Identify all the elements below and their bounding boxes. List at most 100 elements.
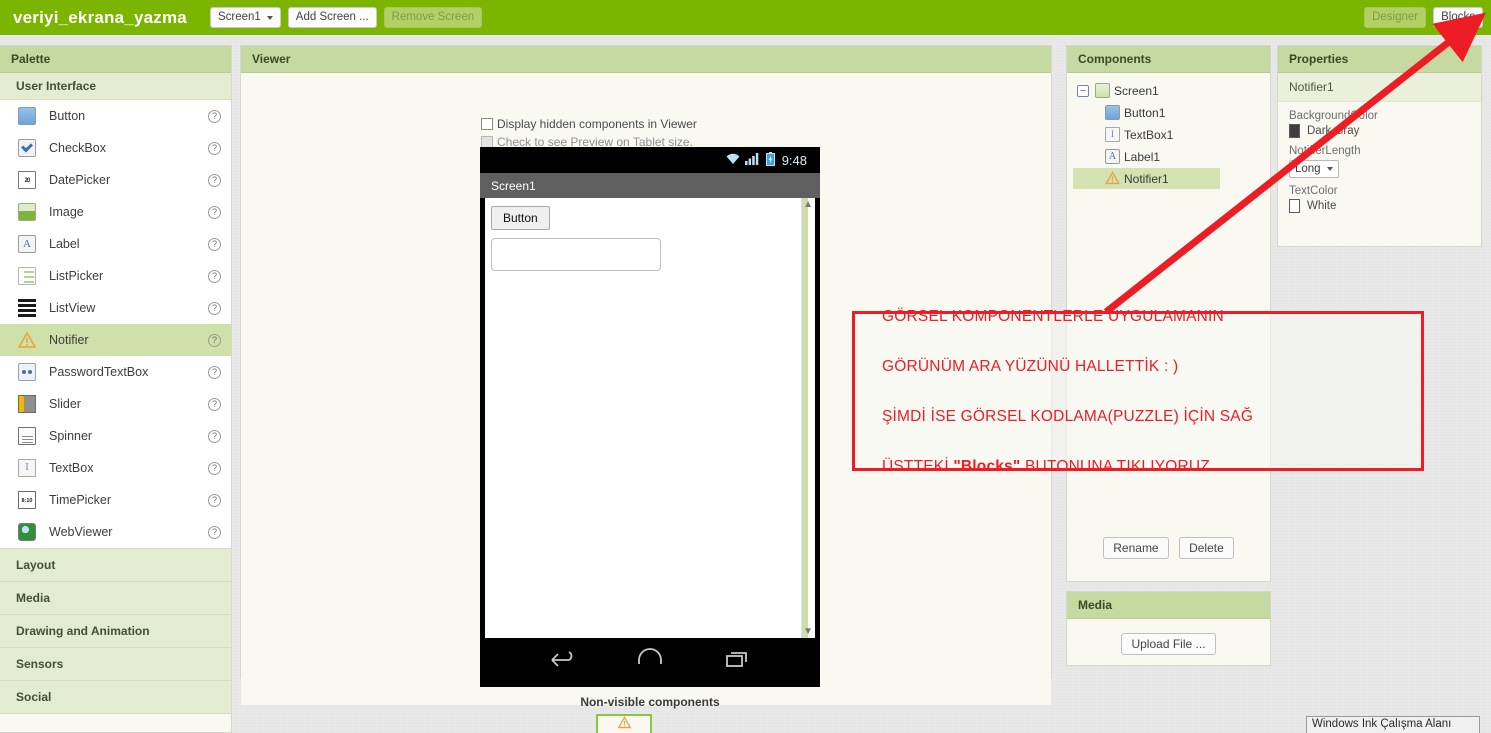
annotation-line-4-post: BUTONUNA TIKLIYORUZ: [1020, 457, 1210, 475]
top-bar: veriyi_ekrana_yazma Screen1 Add Screen .…: [0, 0, 1491, 35]
chevron-down-icon: [266, 15, 273, 20]
palette-item-button[interactable]: Button ?: [0, 100, 231, 132]
passwordtextbox-icon: [18, 363, 36, 381]
home-icon[interactable]: [635, 647, 665, 673]
property-value-textcolor[interactable]: White: [1289, 199, 1470, 213]
palette-item-spinner[interactable]: Spinner ?: [0, 420, 231, 452]
tree-item-textbox1[interactable]: I TextBox1: [1073, 124, 1264, 145]
property-value-backgroundcolor[interactable]: Dark Gray: [1289, 124, 1470, 138]
palette-item-notifier[interactable]: Notifier ?: [0, 324, 231, 356]
help-icon[interactable]: ?: [208, 269, 221, 283]
help-icon[interactable]: ?: [208, 525, 221, 539]
palette-item-checkbox[interactable]: CheckBox ?: [0, 132, 231, 164]
palette-item-image[interactable]: Image ?: [0, 196, 231, 228]
non-visible-component-notifier1[interactable]: Notifier1: [596, 714, 652, 733]
textbox-icon: I: [1105, 127, 1120, 142]
preview-button1[interactable]: Button: [491, 206, 550, 230]
phone-canvas: Button ▲ ▼: [485, 198, 815, 638]
help-icon[interactable]: ?: [208, 333, 221, 347]
chevron-down-icon[interactable]: ▼: [803, 626, 813, 637]
tree-item-button1[interactable]: Button1: [1073, 102, 1264, 123]
help-icon[interactable]: ?: [208, 109, 221, 123]
display-hidden-components-label: Display hidden components in Viewer: [497, 117, 697, 131]
tree-item-label: TextBox1: [1124, 127, 1174, 142]
palette-item-timepicker[interactable]: 8:10 TimePicker ?: [0, 484, 231, 516]
palette-category-media[interactable]: Media: [0, 582, 231, 615]
property-value-text: White: [1307, 200, 1337, 212]
palette-item-label: PasswordTextBox: [49, 365, 149, 379]
add-screen-button[interactable]: Add Screen ...: [287, 7, 377, 28]
preview-scrollbar[interactable]: ▲ ▼: [801, 198, 815, 638]
properties-fields: BackgroundColor Dark Gray NotifierLength…: [1278, 102, 1481, 221]
palette-item-label: Spinner: [49, 429, 93, 443]
help-icon[interactable]: ?: [208, 237, 221, 251]
palette-category-layout[interactable]: Layout: [0, 549, 231, 582]
help-icon[interactable]: ?: [208, 301, 221, 315]
display-hidden-components-checkbox-row[interactable]: Display hidden components in Viewer: [481, 117, 697, 131]
checkbox-icon[interactable]: [481, 118, 493, 130]
screen-select-dropdown[interactable]: Screen1: [209, 7, 281, 28]
upload-file-button[interactable]: Upload File ...: [1121, 633, 1216, 655]
timepicker-icon: 8:10: [18, 491, 36, 509]
phone-preview: 9:48 Screen1 Button ▲ ▼: [480, 147, 820, 687]
annotation-text: GÖRSEL KOMPONENTLERLE UYGULAMANIN GÖRÜNÜ…: [855, 279, 1253, 504]
palette-item-datepicker[interactable]: 20 DatePicker ?: [0, 164, 231, 196]
color-swatch-icon: [1289, 199, 1300, 213]
help-icon[interactable]: ?: [208, 461, 221, 475]
tree-item-label1[interactable]: A Label1: [1073, 146, 1264, 167]
back-icon[interactable]: [548, 648, 578, 673]
help-icon[interactable]: ?: [208, 141, 221, 155]
spinner-icon: [18, 427, 36, 445]
palette-item-listpicker[interactable]: ListPicker ?: [0, 260, 231, 292]
palette-item-label: Label: [49, 237, 80, 251]
palette-category-drawing-and-animation[interactable]: Drawing and Animation: [0, 615, 231, 648]
help-icon[interactable]: ?: [208, 397, 221, 411]
palette-category-sensors[interactable]: Sensors: [0, 648, 231, 681]
color-swatch-icon: [1289, 124, 1300, 138]
annotation-blocks-emphasis: "Blocks": [953, 457, 1021, 475]
tab-designer[interactable]: Designer: [1364, 7, 1427, 28]
rename-button[interactable]: Rename: [1103, 537, 1169, 559]
scrollbar-track[interactable]: [802, 198, 808, 638]
annotation-line-3: ŞİMDİ İSE GÖRSEL KODLAMA(PUZZLE) İÇİN SA…: [882, 407, 1254, 425]
recents-icon[interactable]: [722, 648, 752, 673]
tree-item-notifier1[interactable]: Notifier1: [1073, 168, 1220, 189]
remove-screen-button[interactable]: Remove Screen: [383, 7, 483, 28]
property-select-notifierlength[interactable]: Long: [1289, 160, 1339, 178]
tab-blocks[interactable]: Blocks: [1433, 7, 1483, 28]
help-icon[interactable]: ?: [208, 173, 221, 187]
wifi-icon: [725, 152, 741, 168]
help-icon[interactable]: ?: [208, 429, 221, 443]
palette-item-label: Button: [49, 109, 86, 123]
tree-item-label: Notifier1: [1124, 171, 1169, 186]
properties-title: Properties: [1278, 46, 1481, 73]
palette-item-label: ListPicker: [49, 269, 104, 283]
help-icon[interactable]: ?: [208, 365, 221, 379]
screen-select-label: Screen1: [217, 11, 261, 23]
palette-item-label: TimePicker: [49, 493, 112, 507]
slider-icon: [18, 395, 36, 413]
delete-button[interactable]: Delete: [1179, 537, 1234, 559]
media-title: Media: [1067, 592, 1270, 619]
palette-item-slider[interactable]: Slider ?: [0, 388, 231, 420]
collapse-icon[interactable]: –: [1077, 84, 1089, 97]
project-title: veriyi_ekrana_yazma: [13, 7, 187, 27]
help-icon[interactable]: ?: [208, 493, 221, 507]
palette-category-social[interactable]: Social: [0, 681, 231, 714]
tree-item-label: Screen1: [1114, 83, 1159, 98]
notifier-warning-icon: [617, 716, 632, 733]
property-value-text: Long: [1295, 163, 1321, 175]
palette-item-label: ListView: [49, 301, 96, 315]
palette-item-list: Button ? CheckBox ? 20 DatePicker ? Imag…: [0, 100, 231, 549]
phone-nav-bar: [480, 638, 820, 682]
palette-item-label[interactable]: A Label ?: [0, 228, 231, 260]
tree-item-screen1[interactable]: – Screen1: [1073, 80, 1264, 101]
preview-textbox1[interactable]: [491, 238, 661, 271]
palette-item-textbox[interactable]: I TextBox ?: [0, 452, 231, 484]
palette-item-passwordtextbox[interactable]: PasswordTextBox ?: [0, 356, 231, 388]
chevron-up-icon[interactable]: ▲: [803, 199, 813, 210]
palette-item-listview[interactable]: ListView ?: [0, 292, 231, 324]
help-icon[interactable]: ?: [208, 205, 221, 219]
palette-section-user-interface[interactable]: User Interface: [0, 73, 231, 100]
palette-item-webviewer[interactable]: WebViewer ?: [0, 516, 231, 548]
